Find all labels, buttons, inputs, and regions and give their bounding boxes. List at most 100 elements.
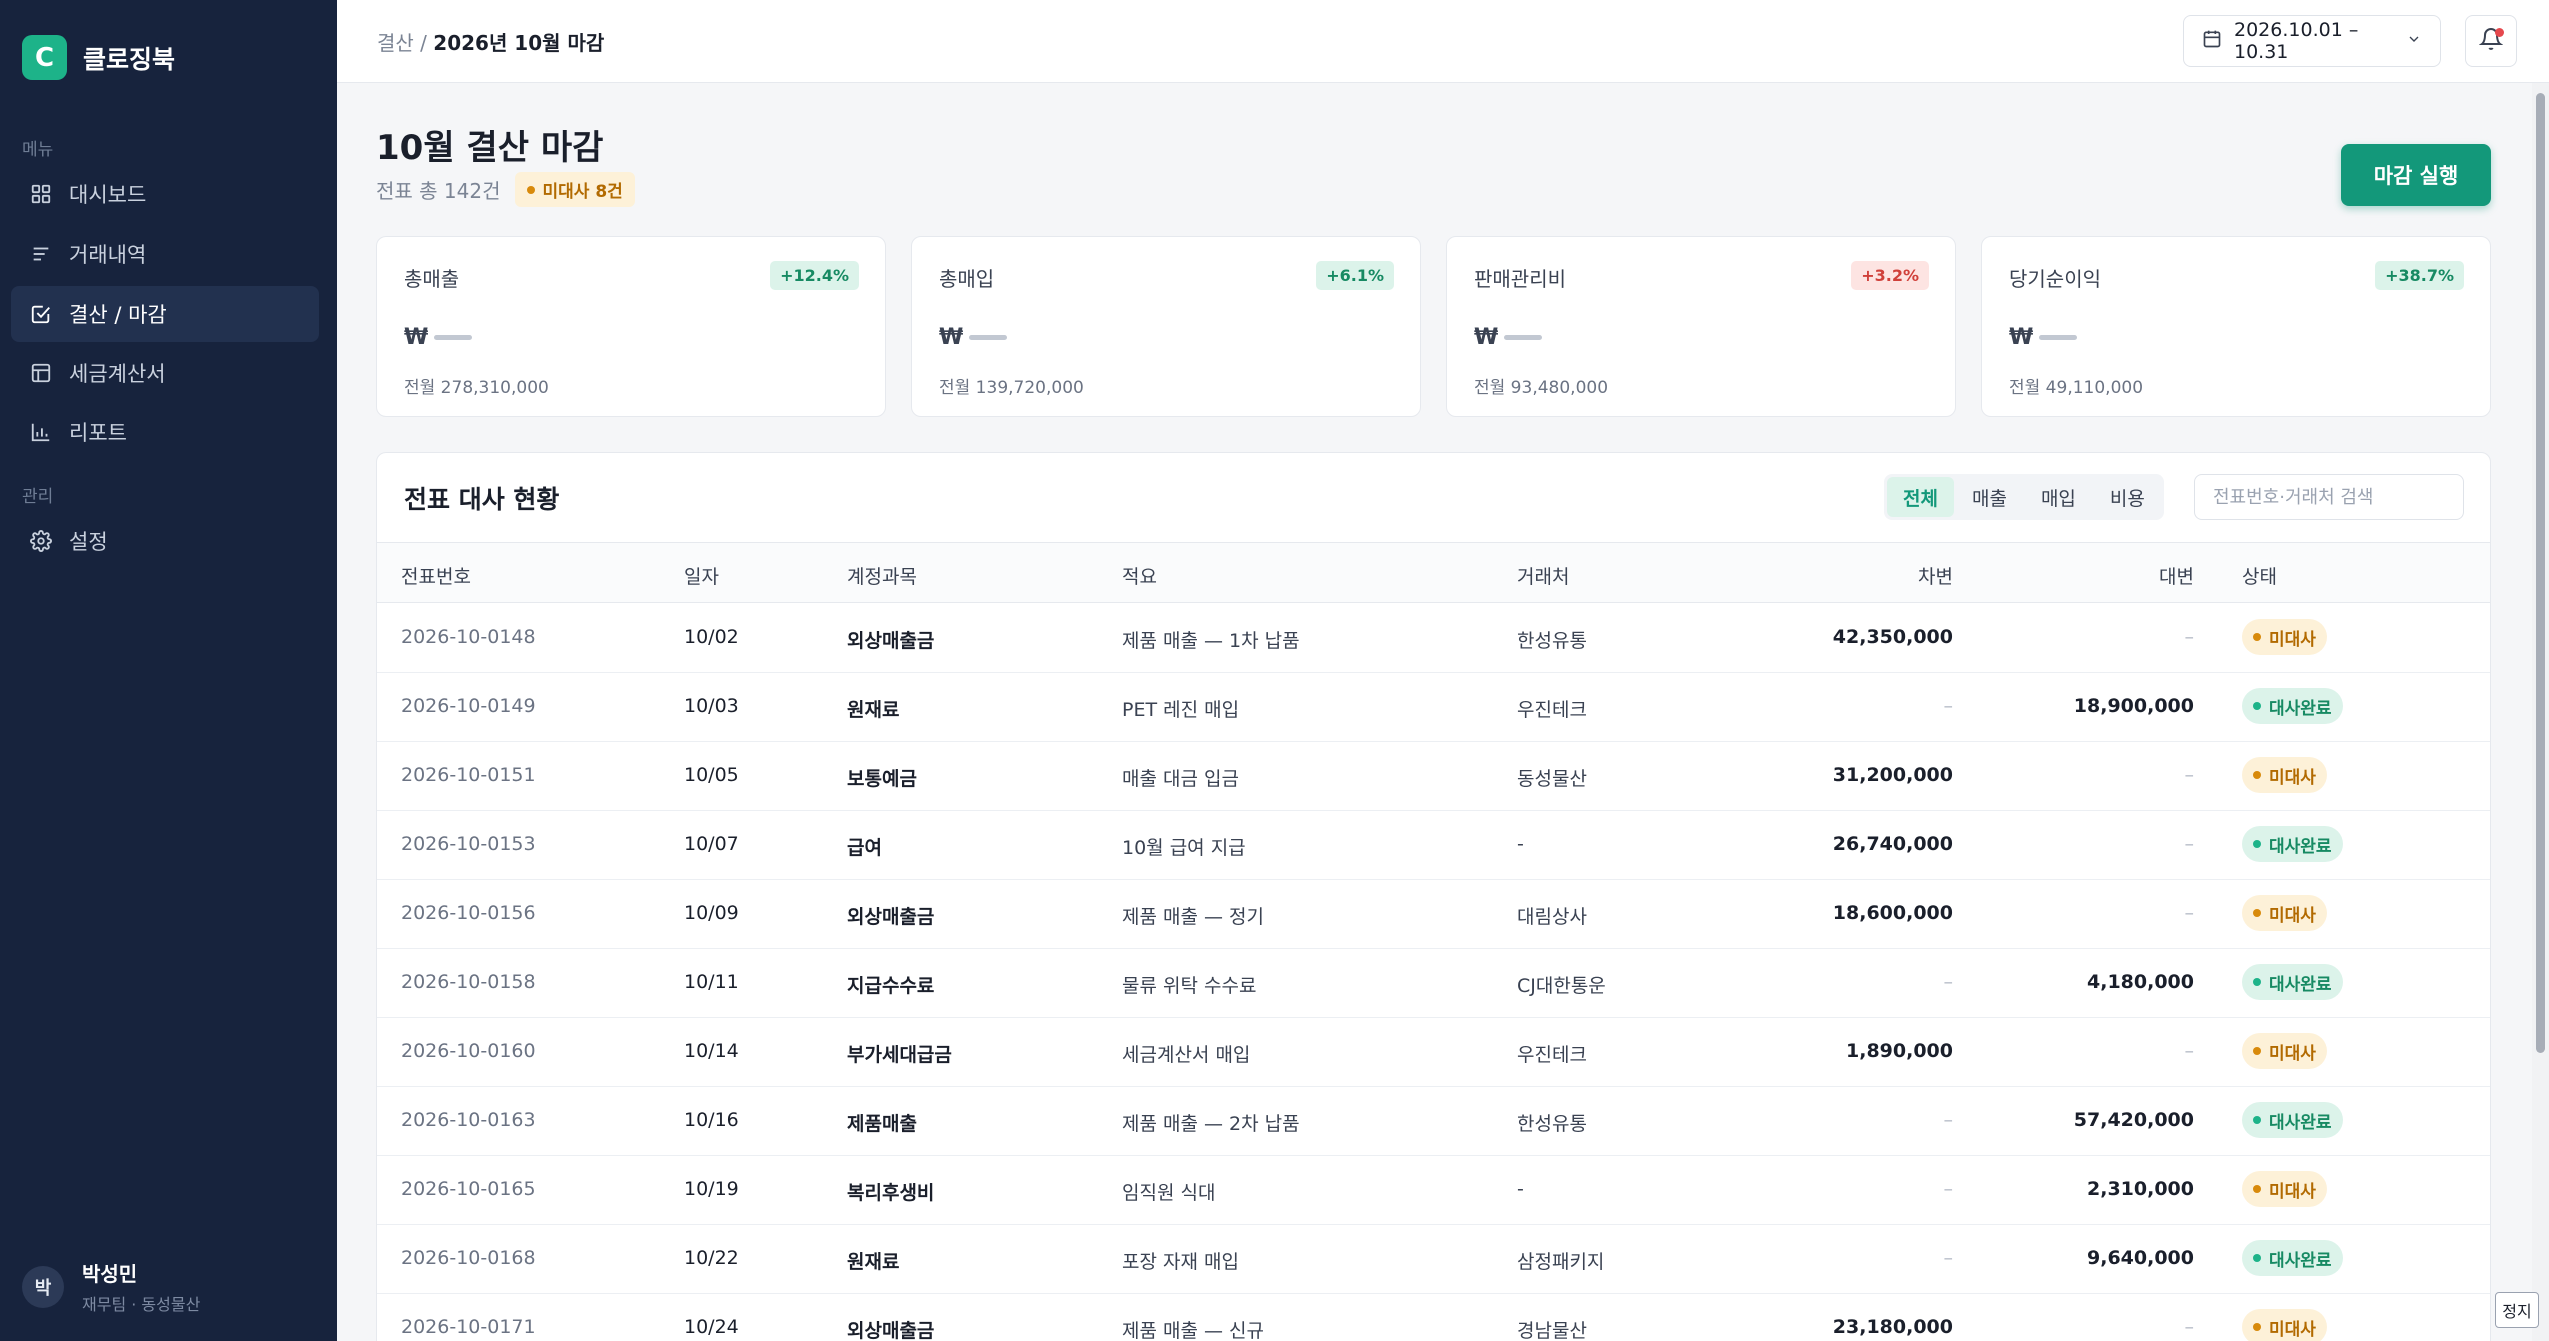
notification-dot: [2495, 28, 2504, 37]
voucher-description: 물류 위탁 수수료: [1122, 975, 1257, 997]
voucher-date: 10/02: [684, 626, 739, 648]
status-label: 대사완료: [2269, 698, 2332, 719]
vendor-name: 삼정패키지: [1517, 1251, 1605, 1273]
filter-tab-all[interactable]: 전체: [1887, 477, 1954, 517]
vendor-name: 대림상사: [1517, 906, 1587, 928]
filter-tab-purchases[interactable]: 매입: [2025, 477, 2092, 517]
voucher-number: 2026-10-0158: [401, 971, 536, 993]
account-name: 제품매출: [847, 1113, 917, 1135]
voucher-number: 2026-10-0148: [401, 626, 536, 648]
sidebar-item-settings[interactable]: 설정: [11, 513, 319, 569]
account-name: 원재료: [847, 699, 900, 721]
sidebar-item-label: 리포트: [69, 421, 127, 445]
voucher-description: 제품 매출 — 신규: [1122, 1320, 1264, 1341]
column-header[interactable]: 상태: [2242, 562, 2277, 589]
kpi-value: ₩: [404, 325, 473, 350]
user-profile[interactable]: 박 박성민 재무팀 · 동성물산: [22, 1258, 200, 1315]
voucher-date: 10/16: [684, 1109, 739, 1131]
currency-symbol: ₩: [2009, 325, 2034, 350]
table-row[interactable]: 2026-10-0171 10/24 외상매출금 제품 매출 — 신규 경남물산 23,1…: [377, 1294, 2490, 1341]
notifications-button[interactable]: [2465, 15, 2517, 67]
filter-tab-expenses[interactable]: 비용: [2094, 477, 2161, 517]
status-badge: 대사완료: [2242, 688, 2343, 724]
filter-tab-sales[interactable]: 매출: [1956, 477, 2023, 517]
table-row[interactable]: 2026-10-0153 10/07 급여 10월 급여 지급 - 26,740,000 –…: [377, 811, 2490, 880]
table-row[interactable]: 2026-10-0168 10/22 원재료 포장 자재 매입 삼정패키지 – 9,640,…: [377, 1225, 2490, 1294]
status-badge: 대사완료: [2242, 964, 2343, 1000]
kpi-value: ₩: [2009, 325, 2078, 350]
debit-amount: 23,180,000: [1832, 1316, 1953, 1338]
credit-amount: 9,640,000: [2087, 1247, 2194, 1269]
status-dot: [2253, 1323, 2261, 1331]
table-row[interactable]: 2026-10-0148 10/02 외상매출금 제품 매출 — 1차 납품 한성유통 4…: [377, 604, 2490, 673]
stop-tooltip[interactable]: 정지: [2495, 1292, 2539, 1328]
debit-amount: –: [1943, 1178, 1954, 1200]
status-dot: [2253, 771, 2261, 779]
credit-amount: 18,900,000: [2073, 695, 2194, 717]
sidebar-item-closing[interactable]: 결산 / 마감: [11, 286, 319, 342]
status-label: 미대사: [2269, 767, 2316, 788]
scrollbar-thumb[interactable]: [2536, 93, 2545, 1053]
kpi-value: ₩: [1474, 325, 1543, 350]
kpi-change-badge: +12.4%: [770, 261, 859, 290]
table-row[interactable]: 2026-10-0163 10/16 제품매출 제품 매출 — 2차 납품 한성유통 – 5…: [377, 1087, 2490, 1156]
column-header[interactable]: 거래처: [1517, 562, 1569, 589]
sidebar-item-label: 거래내역: [69, 243, 147, 267]
table-row[interactable]: 2026-10-0149 10/03 원재료 PET 레진 매입 우진테크 – 18,900…: [377, 673, 2490, 742]
column-header[interactable]: 일자: [684, 562, 719, 589]
calendar-icon: [2202, 29, 2222, 54]
table-row[interactable]: 2026-10-0156 10/09 외상매출금 제품 매출 — 정기 대림상사 18,6…: [377, 880, 2490, 949]
sidebar-item-tax-invoice[interactable]: 세금계산서: [11, 345, 319, 401]
search-input[interactable]: [2194, 474, 2464, 520]
table-row[interactable]: 2026-10-0160 10/14 부가세대급금 세금계산서 매입 우진테크 1,890…: [377, 1018, 2490, 1087]
voucher-number: 2026-10-0149: [401, 695, 536, 717]
sidebar-item-reports[interactable]: 리포트: [11, 404, 319, 460]
table-row[interactable]: 2026-10-0158 10/11 지급수수료 물류 위탁 수수료 CJ대한통운 – 4,…: [377, 949, 2490, 1018]
nav-section-admin: 관리: [22, 487, 54, 507]
column-header[interactable]: 계정과목: [847, 562, 917, 589]
sidebar-item-dashboard[interactable]: 대시보드: [11, 166, 319, 222]
value-placeholder: [969, 335, 1008, 340]
run-closing-button[interactable]: 마감 실행: [2341, 144, 2491, 206]
column-header[interactable]: 차변: [1918, 562, 1953, 589]
voucher-description: 10월 급여 지급: [1122, 837, 1246, 859]
vendor-name: 우진테크: [1517, 1044, 1587, 1066]
status-label: 미대사: [2269, 629, 2316, 650]
date-range-picker[interactable]: 2026.10.01 – 10.31: [2183, 15, 2441, 67]
brand[interactable]: C 클로징북: [22, 35, 175, 80]
date-range-value: 2026.10.01 – 10.31: [2234, 19, 2359, 63]
vendor-name: 경남물산: [1517, 1320, 1587, 1341]
scrollbar[interactable]: [2532, 83, 2549, 1341]
bar-chart-icon: [29, 420, 53, 444]
table-row[interactable]: 2026-10-0165 10/19 복리후생비 임직원 식대 - – 2,310,000 미…: [377, 1156, 2490, 1225]
status-dot: [2253, 978, 2261, 986]
breadcrumb: 결산 / 2026년 10월 마감: [377, 27, 604, 56]
kpi-change-badge: +6.1%: [1316, 261, 1394, 290]
kpi-previous: 전월 278,310,000: [404, 378, 549, 398]
user-role: 재무팀 · 동성물산: [82, 1295, 201, 1314]
credit-amount: –: [2184, 1040, 2195, 1062]
status-label: 대사완료: [2269, 1112, 2332, 1133]
user-name: 박성민: [82, 1262, 138, 1286]
credit-amount: –: [2184, 902, 2195, 924]
page-subtitle: 전표 총 142건 미대사 8건: [376, 172, 635, 207]
breadcrumb-parent[interactable]: 결산: [377, 31, 414, 55]
account-name: 복리후생비: [847, 1182, 935, 1204]
column-header[interactable]: 대변: [2159, 562, 2194, 589]
table-title: 전표 대사 현황: [404, 485, 560, 514]
gear-icon: [29, 529, 53, 553]
voucher-date: 10/14: [684, 1040, 739, 1062]
debit-amount: –: [1943, 1247, 1954, 1269]
chevron-down-icon: [2406, 30, 2422, 52]
status-dot: [2253, 1116, 2261, 1124]
debit-amount: 31,200,000: [1832, 764, 1953, 786]
kpi-card-purchases: 총매입 +6.1% ₩ 전월 139,720,000: [911, 236, 1421, 417]
sidebar-item-transactions[interactable]: 거래내역: [11, 226, 319, 282]
topbar: 결산 / 2026년 10월 마감 2026.10.01 – 10.31: [337, 0, 2549, 83]
table-row[interactable]: 2026-10-0151 10/05 보통예금 매출 대금 입금 동성물산 31,200,…: [377, 742, 2490, 811]
breadcrumb-current: 2026년 10월 마감: [433, 31, 605, 55]
column-header[interactable]: 전표번호: [401, 562, 471, 589]
status-dot: [2253, 909, 2261, 917]
status-label: 미대사: [2269, 1043, 2316, 1064]
column-header[interactable]: 적요: [1122, 562, 1157, 589]
